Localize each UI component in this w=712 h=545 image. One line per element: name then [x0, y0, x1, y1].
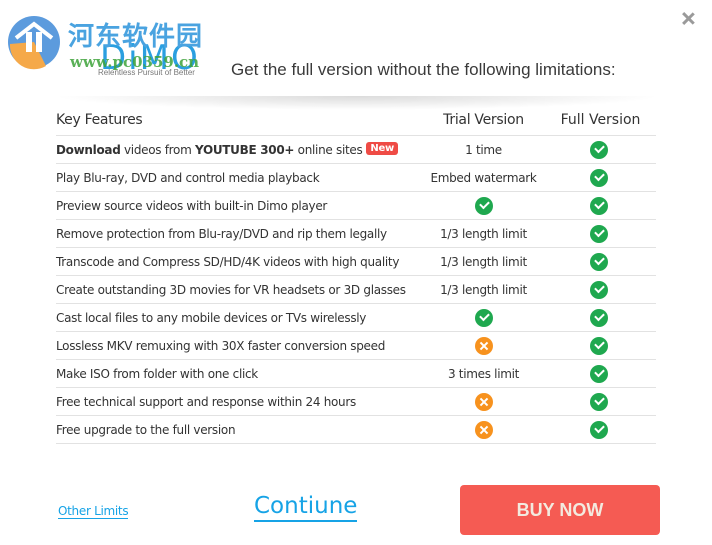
page-headline: Get the full version without the followi… — [231, 60, 616, 79]
trial-cell — [426, 420, 541, 439]
header-full-version: Full Version — [560, 112, 641, 128]
table-row: Preview source videos with built-in Dimo… — [56, 192, 656, 220]
dimo-logo: DiMO 河东软件园 www.pc0359.cn Relentless Purs… — [4, 8, 214, 82]
feature-text: Remove protection from Blu-ray/DVD and r… — [56, 226, 387, 241]
full-cell — [541, 336, 656, 356]
full-cell — [541, 308, 656, 328]
feature-text-part: Download — [56, 143, 121, 157]
close-icon[interactable] — [679, 10, 697, 28]
comparison-table: Key Features Trial Version Full Version … — [56, 105, 656, 444]
check-icon — [589, 169, 608, 188]
check-icon — [474, 196, 493, 215]
limit-text: 3 times limit — [447, 366, 520, 381]
cross-icon — [474, 420, 493, 439]
feature-cell: Free technical support and response with… — [56, 395, 426, 409]
table-row: Make ISO from folder with one click 3 tim… — [56, 360, 656, 388]
full-cell — [541, 364, 656, 384]
trial-cell — [426, 308, 541, 327]
feature-cell: Download videos from YOUTUBE 300+ online… — [56, 142, 426, 157]
full-cell — [541, 280, 656, 300]
feature-cell: Make ISO from folder with one click — [56, 367, 426, 381]
check-icon — [589, 225, 608, 244]
feature-cell: Free upgrade to the full version — [56, 423, 426, 437]
full-cell — [541, 168, 656, 188]
table-row: Cast local files to any mobile devices o… — [56, 304, 656, 332]
trial-cell: 1/3 length limit — [426, 227, 541, 241]
feature-cell: Lossless MKV remuxing with 30X faster co… — [56, 339, 426, 353]
check-icon — [589, 281, 608, 300]
trial-cell: 1/3 length limit — [426, 255, 541, 269]
header-key-features: Key Features — [56, 112, 143, 128]
full-cell — [541, 420, 656, 440]
feature-text: Make ISO from folder with one click — [56, 366, 258, 381]
table-row: Transcode and Compress SD/HD/4K videos w… — [56, 248, 656, 276]
table-row: Play Blu-ray, DVD and control media play… — [56, 164, 656, 192]
trial-cell: 1/3 length limit — [426, 283, 541, 297]
feature-text-part: online sites — [294, 143, 363, 157]
check-icon — [589, 197, 608, 216]
buy-now-button[interactable]: BUY NOW — [460, 485, 660, 535]
check-icon — [474, 308, 493, 327]
check-icon — [589, 421, 608, 440]
feature-text: Cast local files to any mobile devices o… — [56, 310, 367, 325]
table-row: Lossless MKV remuxing with 30X faster co… — [56, 332, 656, 360]
cross-icon — [474, 336, 493, 355]
logo-tagline: Relentless Pursuit of Better — [98, 68, 195, 77]
feature-cell: Create outstanding 3D movies for VR head… — [56, 283, 426, 297]
table-row: Remove protection from Blu-ray/DVD and r… — [56, 220, 656, 248]
feature-text: Play Blu-ray, DVD and control media play… — [56, 170, 320, 185]
feature-text: Free technical support and response with… — [56, 394, 356, 409]
trial-cell — [426, 336, 541, 355]
check-icon — [589, 365, 608, 384]
feature-text-part: videos from — [120, 143, 195, 157]
table-row: Download videos from YOUTUBE 300+ online… — [56, 136, 656, 164]
trial-cell — [426, 392, 541, 411]
feature-cell: Play Blu-ray, DVD and control media play… — [56, 171, 426, 185]
table-row: Create outstanding 3D movies for VR head… — [56, 276, 656, 304]
header-trial-version: Trial Version — [443, 112, 524, 128]
limit-text: 1/3 length limit — [440, 282, 527, 297]
trial-cell — [426, 196, 541, 215]
feature-text: Free upgrade to the full version — [56, 422, 236, 437]
full-cell — [541, 224, 656, 244]
table-header-row: Key Features Trial Version Full Version — [56, 105, 656, 136]
continue-link[interactable]: Contiune — [254, 493, 358, 522]
limit-text: 1 time — [465, 142, 502, 157]
check-icon — [589, 141, 608, 160]
feature-cell: Transcode and Compress SD/HD/4K videos w… — [56, 255, 426, 269]
check-icon — [589, 309, 608, 328]
full-cell — [541, 252, 656, 272]
full-cell — [541, 392, 656, 412]
feature-text: Lossless MKV remuxing with 30X faster co… — [56, 338, 386, 353]
limit-text: 1/3 length limit — [440, 254, 527, 269]
check-icon — [589, 337, 608, 356]
limit-text: Embed watermark — [430, 170, 537, 185]
new-badge: New — [366, 142, 398, 155]
check-icon — [589, 393, 608, 412]
feature-cell: Cast local files to any mobile devices o… — [56, 311, 426, 325]
feature-text: Preview source videos with built-in Dimo… — [56, 198, 328, 213]
other-limits-link[interactable]: Other Limits — [58, 504, 129, 519]
limit-text: 1/3 length limit — [440, 226, 527, 241]
trial-cell: 1 time — [426, 143, 541, 157]
trial-cell: 3 times limit — [426, 367, 541, 381]
feature-text-part: YOUTUBE 300+ — [194, 143, 295, 157]
dimo-logo-icon — [8, 16, 60, 70]
full-cell — [541, 196, 656, 216]
feature-cell: Remove protection from Blu-ray/DVD and r… — [56, 227, 426, 241]
trial-cell: Embed watermark — [426, 171, 541, 185]
check-icon — [589, 253, 608, 272]
feature-text: Transcode and Compress SD/HD/4K videos w… — [56, 254, 400, 269]
table-row: Free upgrade to the full version — [56, 416, 656, 444]
feature-cell: Preview source videos with built-in Dimo… — [56, 199, 426, 213]
cross-icon — [474, 392, 493, 411]
full-cell — [541, 140, 656, 160]
watermark-cn-text: 河东软件园 — [68, 22, 204, 52]
table-row: Free technical support and response with… — [56, 388, 656, 416]
feature-text: Create outstanding 3D movies for VR head… — [56, 282, 406, 297]
